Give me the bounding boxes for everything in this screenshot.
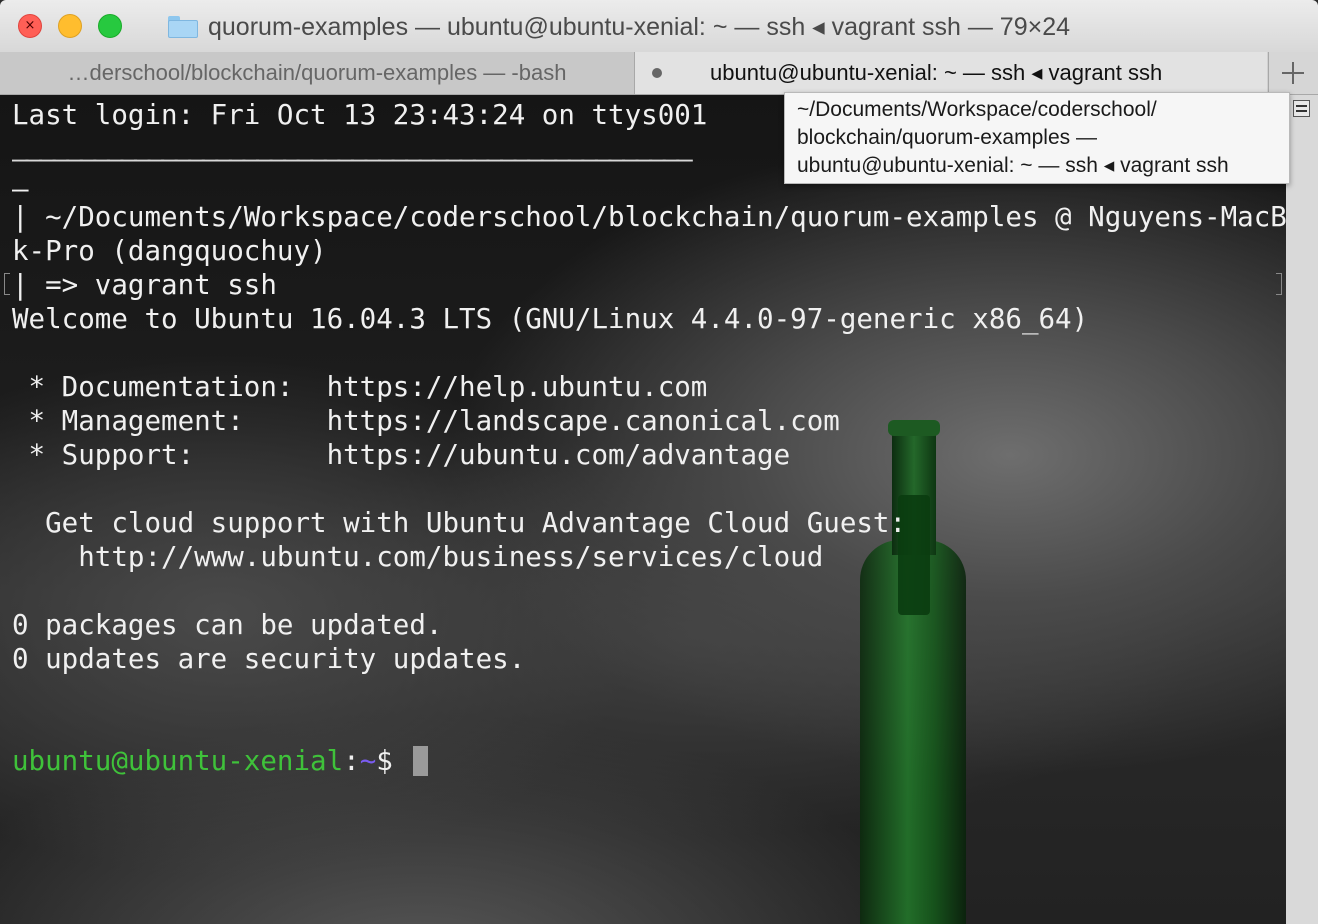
terminal-line: * Documentation: https://help.ubuntu.com [12, 371, 708, 403]
tab-label: …derschool/blockchain/quorum-examples — … [67, 60, 567, 85]
terminal-content[interactable]: Last login: Fri Oct 13 23:43:24 on ttys0… [0, 95, 1318, 924]
terminal-line: * Management: https://landscape.canonica… [12, 405, 840, 437]
close-icon: × [24, 18, 36, 33]
tab-tooltip: ~/Documents/Workspace/coderschool/ block… [784, 92, 1290, 184]
terminal-line: http://www.ubuntu.com/business/services/… [12, 541, 824, 573]
tab-bar: …derschool/blockchain/quorum-examples — … [0, 52, 1318, 95]
tab-activity-dot-icon [652, 68, 662, 78]
shell-prompt: ubuntu@ubuntu-xenial:~$ [12, 744, 429, 778]
terminal-line: | ~/Documents/Workspace/coderschool/bloc… [12, 201, 1318, 233]
terminal-line: * Support: https://ubuntu.com/advantage [12, 439, 791, 471]
terminal-window: × quorum-examples — ubuntu@ubuntu-xenial… [0, 0, 1318, 924]
terminal-line: | => vagrant ssh [12, 269, 277, 301]
background-bottle-image [858, 420, 968, 924]
minimize-button[interactable] [58, 14, 82, 38]
tooltip-line: ~/Documents/Workspace/coderschool/ [797, 98, 1157, 121]
text-cursor [413, 746, 429, 776]
prompt-path: ~ [359, 745, 377, 777]
prompt-user-host: ubuntu@ubuntu-xenial [12, 745, 344, 777]
mark-bracket-left [4, 273, 10, 295]
prompt-separator: : [343, 745, 360, 777]
terminal-line: 0 packages can be updated. [12, 609, 443, 641]
window-title: quorum-examples — ubuntu@ubuntu-xenial: … [208, 13, 1070, 41]
terminal-separator: ————————————————————————————————————————… [12, 143, 693, 175]
folder-icon [168, 16, 198, 38]
window-title-group: quorum-examples — ubuntu@ubuntu-xenial: … [168, 12, 1070, 42]
terminal-line: Get cloud support with Ubuntu Advantage … [12, 507, 907, 539]
tooltip-line: blockchain/quorum-examples — [797, 126, 1097, 149]
terminal-line: k-Pro (dangquochuy) [12, 235, 327, 267]
title-bar[interactable]: × quorum-examples — ubuntu@ubuntu-xenial… [0, 0, 1318, 53]
right-edge-panel [1286, 95, 1318, 924]
close-button[interactable]: × [18, 14, 42, 38]
mark-bracket-right [1276, 273, 1282, 295]
zoom-button[interactable] [98, 14, 122, 38]
terminal-line: Last login: Fri Oct 13 23:43:24 on ttys0… [12, 99, 708, 131]
terminal-line: Welcome to Ubuntu 16.04.3 LTS (GNU/Linux… [12, 303, 1089, 335]
tab-ssh-active[interactable]: ubuntu@ubuntu-xenial: ~ — ssh ◂ vagrant … [635, 52, 1267, 94]
tooltip-line: ubuntu@ubuntu-xenial: ~ — ssh ◂ vagrant … [797, 154, 1229, 177]
terminal-line: 0 updates are security updates. [12, 643, 526, 675]
prompt-symbol: $ [376, 745, 393, 777]
new-tab-button[interactable] [1268, 52, 1318, 94]
split-pane-icon[interactable] [1293, 100, 1310, 117]
tab-label: ubuntu@ubuntu-xenial: ~ — ssh ◂ vagrant … [710, 60, 1163, 85]
tab-bash[interactable]: …derschool/blockchain/quorum-examples — … [0, 52, 635, 94]
